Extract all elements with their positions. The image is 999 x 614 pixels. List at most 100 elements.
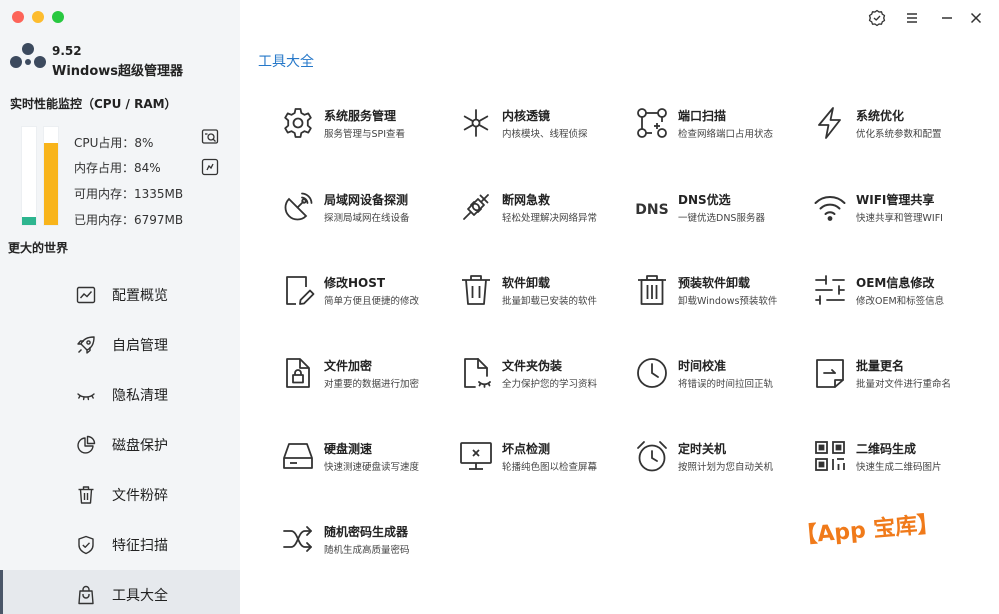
tool-desc: 轮播纯色图以检查屏幕	[502, 462, 598, 473]
trash-icon	[78, 486, 94, 504]
dns-icon-text: DNS	[635, 202, 668, 218]
app-version: 9.52	[52, 44, 82, 58]
tool-desc: 简单方便且便捷的修改	[324, 296, 420, 307]
tool-desc: 修改OEM和标签信息	[856, 296, 945, 307]
tool-desc: 内核模块、线程侦探	[502, 129, 588, 140]
sidebar-item-label: 隐私清理	[112, 388, 168, 404]
tool-desc: 全力保护您的学习资料	[502, 379, 598, 390]
tool-title: 内核透镜	[502, 109, 551, 123]
tool-title: DNS优选	[678, 193, 731, 207]
tool-title: 批量更名	[856, 359, 905, 373]
tool-title: 二维码生成	[856, 442, 917, 456]
tool-title: 文件夹伪装	[502, 359, 563, 373]
plug-icon	[463, 194, 489, 220]
tool-title: 定时关机	[678, 442, 727, 456]
pie-chart-icon	[77, 435, 96, 454]
minimize-window-button[interactable]	[32, 11, 44, 23]
window-controls	[12, 11, 64, 23]
gear-icon	[284, 108, 312, 138]
tool-title: 软件卸载	[502, 276, 551, 290]
sidebar-item-overview[interactable]: 配置概览	[0, 270, 240, 320]
file-edit-icon	[286, 276, 315, 305]
tool-title: 系统服务管理	[324, 109, 397, 123]
rename-icon	[816, 359, 844, 388]
file-lock-icon	[286, 358, 310, 388]
monitor-icon	[460, 442, 492, 470]
hard-drive-icon	[283, 443, 313, 469]
tool-desc: 快速生成二维码图片	[856, 462, 942, 473]
monitor-search-icon[interactable]	[201, 128, 219, 146]
tool-desc: 批量对文件进行重命名	[856, 379, 952, 390]
trash-box-icon	[638, 275, 666, 305]
shuffle-icon	[283, 526, 312, 552]
nodes-icon	[463, 109, 489, 137]
tool-desc: 卸载Windows预装软件	[678, 296, 778, 307]
watermark: 【App 宝库】	[794, 511, 941, 550]
tool-title: 随机密码生成器	[324, 525, 409, 539]
tool-title: WIFI管理共享	[856, 193, 935, 207]
rocket-icon	[77, 336, 95, 354]
tool-title: 文件加密	[324, 359, 373, 373]
clock-icon	[637, 358, 667, 388]
close-icon[interactable]	[967, 9, 985, 27]
wifi-icon	[814, 196, 846, 221]
sidebar-item-startup[interactable]: 自启管理	[0, 320, 240, 370]
tool-desc: 快速测速硬盘读写速度	[324, 462, 420, 473]
tool-title: OEM信息修改	[856, 276, 935, 290]
used-memory-text: 已用内存：6797MB	[74, 213, 184, 227]
slogan: 更大的世界	[8, 241, 69, 255]
tool-title: 系统优化	[856, 109, 905, 123]
page-title: 工具大全	[258, 54, 314, 70]
satellite-dish-icon	[284, 192, 313, 221]
sidebar-item-feature-scan[interactable]: 特征扫描	[0, 520, 240, 570]
bag-icon	[78, 585, 94, 605]
tool-desc: 一键优选DNS服务器	[678, 213, 765, 224]
tool-desc: 按照计划为您自动关机	[678, 462, 774, 473]
close-window-button[interactable]	[12, 11, 24, 23]
available-memory-text: 可用内存：1335MB	[74, 187, 184, 201]
trash-icon	[462, 275, 490, 305]
port-scan-icon	[637, 108, 667, 138]
sidebar-item-label: 磁盘保护	[112, 438, 168, 454]
tool-desc: 服务管理与SPI查看	[324, 129, 406, 140]
memory-usage-fill	[44, 142, 58, 225]
sidebar-item-disk-protect[interactable]: 磁盘保护	[0, 420, 240, 470]
tool-title: 硬盘测速	[324, 442, 373, 456]
minimize-icon[interactable]	[938, 9, 956, 27]
file-disguise-icon	[464, 358, 491, 388]
sidebar-item-label: 配置概览	[112, 288, 168, 304]
eye-closed-icon	[77, 393, 95, 401]
memory-optimize-icon[interactable]	[201, 158, 219, 176]
sidebar-item-toolbox[interactable]: 工具大全	[0, 570, 240, 614]
qrcode-icon	[815, 441, 845, 471]
tool-title: 断网急救	[502, 193, 551, 207]
sliders-icon	[815, 275, 845, 305]
cpu-usage-text: CPU占用：8%	[74, 136, 154, 150]
sidebar-item-label: 特征扫描	[112, 538, 168, 554]
sidebar-item-privacy[interactable]: 隐私清理	[0, 370, 240, 420]
tool-title: 端口扫描	[678, 109, 727, 123]
tool-title: 修改HOST	[324, 276, 386, 290]
sidebar: 9.52 Windows超级管理器 实时性能监控（CPU / RAM） CPU占…	[0, 0, 240, 614]
tool-desc: 检查网络端口占用状态	[678, 129, 774, 140]
tool-title: 时间校准	[678, 359, 727, 373]
cpu-usage-bar	[21, 126, 37, 226]
verified-badge-icon[interactable]	[868, 9, 886, 27]
menu-icon[interactable]	[903, 9, 921, 27]
tool-desc: 对重要的数据进行加密	[324, 379, 420, 390]
tool-desc: 随机生成高质量密码	[324, 545, 410, 556]
app-logo-icon	[10, 43, 46, 68]
memory-usage-text: 内存占用：84%	[74, 161, 161, 175]
sidebar-item-shredder[interactable]: 文件粉碎	[0, 470, 240, 520]
dns-icon: DNS	[635, 202, 668, 218]
zoom-window-button[interactable]	[52, 11, 64, 23]
tool-desc: 探测局域网在线设备	[324, 213, 410, 224]
sidebar-item-label: 工具大全	[112, 588, 168, 604]
tool-desc: 将错误的时间拉回正轨	[678, 379, 774, 390]
alarm-clock-icon	[637, 441, 667, 472]
shield-check-icon	[78, 535, 94, 555]
tool-desc: 批量卸载已安装的软件	[502, 296, 598, 307]
lightning-icon	[818, 107, 841, 139]
cpu-usage-fill	[22, 217, 36, 225]
tool-title: 局域网设备探测	[324, 193, 409, 207]
